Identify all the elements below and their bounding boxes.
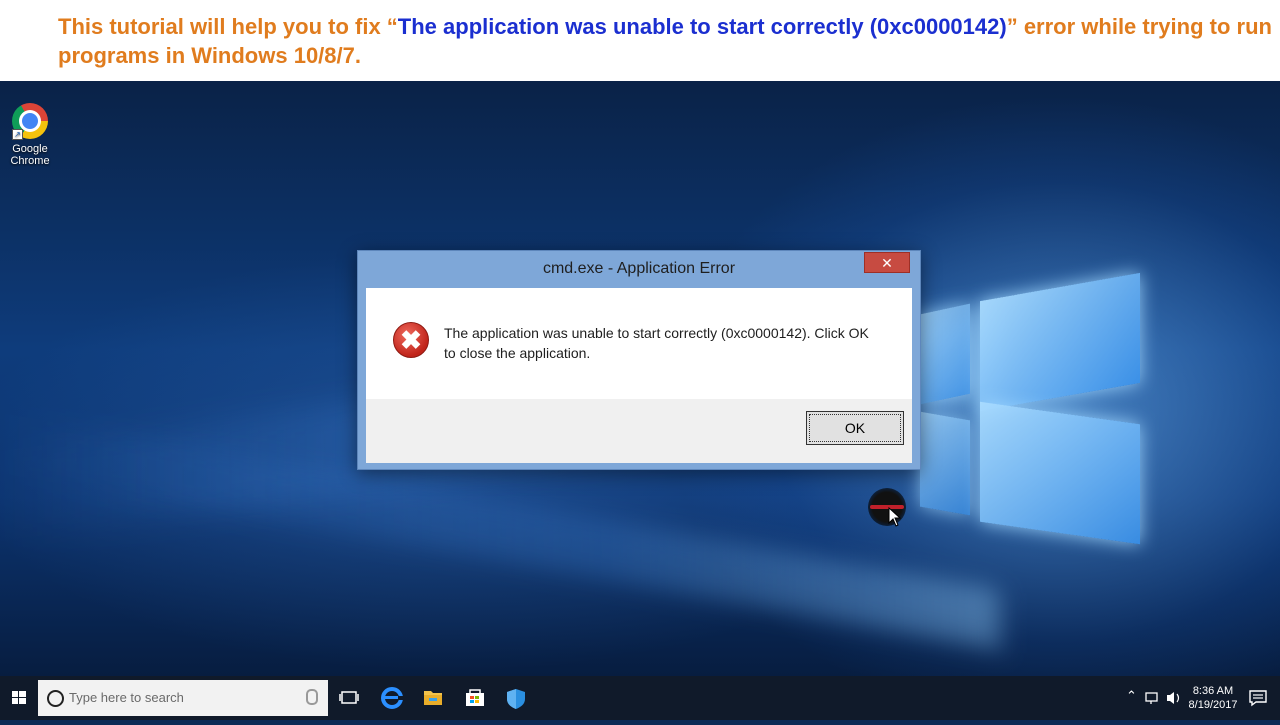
- desktop-icon-label: Chrome: [10, 155, 50, 167]
- banner-highlight: The application was unable to start corr…: [397, 14, 1007, 39]
- windows-start-icon: [12, 691, 26, 704]
- desktop-icon-google-chrome[interactable]: ↗ Google Chrome: [6, 101, 54, 167]
- task-view-button[interactable]: [330, 676, 370, 720]
- desktop-icon-label: Google: [12, 143, 48, 155]
- file-explorer-icon: [424, 691, 442, 705]
- start-button[interactable]: [0, 676, 38, 720]
- banner-prefix: This tutorial will help you to fix “: [58, 14, 398, 39]
- dialog-body: ✖ The application was unable to start co…: [366, 288, 912, 463]
- store-button[interactable]: [455, 676, 495, 720]
- ok-button[interactable]: OK: [806, 411, 904, 445]
- action-center-icon: [1249, 690, 1267, 707]
- error-message: The application was unable to start corr…: [444, 325, 869, 361]
- dialog-footer: OK: [366, 399, 912, 463]
- clock-time: 8:36 AM: [1192, 685, 1234, 697]
- dialog-titlebar[interactable]: cmd.exe - Application Error: [358, 251, 920, 287]
- show-hidden-icons-chevron-icon[interactable]: ⌃: [1126, 688, 1137, 704]
- shortcut-arrow-icon: ↗: [12, 129, 23, 140]
- error-icon: ✖: [393, 322, 429, 358]
- taskbar: Type here to search ⌃ 8:36 AM 8/19/2017: [0, 676, 1280, 720]
- edge-button[interactable]: [372, 676, 412, 720]
- action-center-button[interactable]: [1244, 676, 1272, 720]
- dialog-title: cmd.exe - Application Error: [542, 260, 736, 277]
- clock-date: 8/19/2017: [1188, 699, 1238, 711]
- close-button[interactable]: ✕: [864, 252, 910, 273]
- taskbar-search-box[interactable]: Type here to search: [38, 680, 328, 716]
- application-error-dialog: cmd.exe - Application Error ✕ ✖ The appl…: [357, 250, 921, 470]
- network-icon: [1145, 692, 1158, 704]
- defender-button[interactable]: [496, 676, 536, 720]
- file-explorer-button[interactable]: [413, 676, 453, 720]
- microphone-icon[interactable]: [306, 689, 318, 705]
- task-view-icon: [339, 691, 359, 704]
- volume-icon: [1167, 692, 1180, 704]
- system-clock[interactable]: 8:36 AM 8/19/2017: [1188, 684, 1238, 712]
- search-placeholder: Type here to search: [69, 690, 184, 705]
- edge-icon: [381, 687, 403, 709]
- store-icon: [466, 689, 484, 706]
- defender-icon: [507, 689, 525, 709]
- network-button[interactable]: [1142, 676, 1164, 720]
- windows-logo-wallpaper: [910, 251, 1150, 571]
- cortana-icon: [47, 690, 64, 707]
- tutorial-banner: This tutorial will help you to fix “The …: [0, 0, 1280, 81]
- volume-button[interactable]: [1163, 676, 1185, 720]
